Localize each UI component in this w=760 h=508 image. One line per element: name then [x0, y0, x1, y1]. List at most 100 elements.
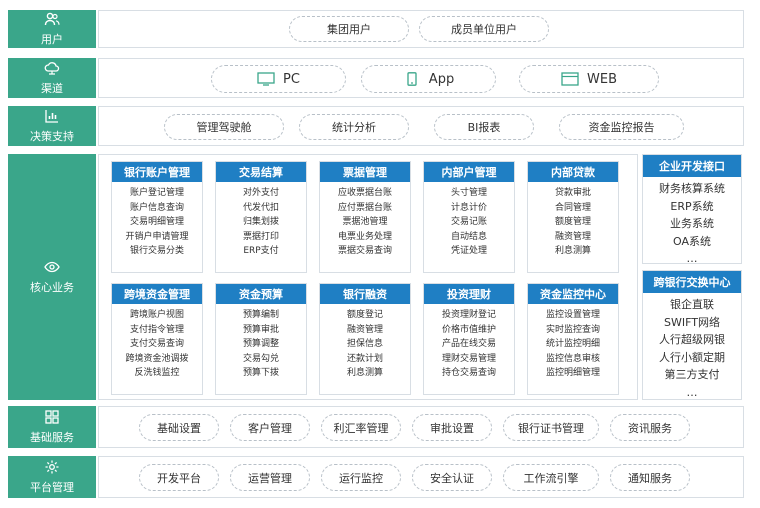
- module-card-header[interactable]: 银行融资: [320, 284, 410, 304]
- module-card-list: 账户登记管理 账户信息查询 交易明细管理 开销户申请管理 银行交易分类: [112, 182, 202, 259]
- base-layer-title: 基础服务: [30, 431, 74, 444]
- pill-label: 工作流引擎: [523, 471, 579, 485]
- module-card-item[interactable]: 账户信息查询: [112, 201, 202, 216]
- module-card-item[interactable]: 额度管理: [528, 215, 618, 230]
- user-pill-member[interactable]: 成员单位用户: [419, 16, 549, 42]
- module-card-item[interactable]: 实时监控查询: [528, 323, 618, 338]
- channel-pill-web[interactable]: WEB: [519, 65, 659, 93]
- module-card-item[interactable]: 还款计划: [320, 352, 410, 367]
- module-card-item[interactable]: 头寸管理: [424, 186, 514, 201]
- module-card-item[interactable]: 预算编制: [216, 308, 306, 323]
- base-layer-pill[interactable]: 利汇率管理: [321, 414, 401, 441]
- base-layer-pill[interactable]: 银行证书管理: [503, 414, 599, 441]
- platform-layer-pill[interactable]: 工作流引擎: [503, 464, 599, 491]
- decision-pill-cockpit[interactable]: 管理驾驶舱: [164, 114, 284, 140]
- module-card-item[interactable]: 对外支付: [216, 186, 306, 201]
- module-card-item[interactable]: 反洗钱监控: [112, 366, 202, 381]
- module-card-header[interactable]: 银行账户管理: [112, 162, 202, 182]
- module-card-header[interactable]: 交易结算: [216, 162, 306, 182]
- module-card-item[interactable]: 预算调整: [216, 337, 306, 352]
- module-card-item[interactable]: 持仓交易查询: [424, 366, 514, 381]
- module-card-item[interactable]: 票据打印: [216, 230, 306, 245]
- module-card-header[interactable]: 内部户管理: [424, 162, 514, 182]
- module-card-item[interactable]: 支付指令管理: [112, 323, 202, 338]
- side-card-item[interactable]: 人行超级网银: [643, 331, 741, 349]
- platform-layer-pill[interactable]: 运营管理: [230, 464, 310, 491]
- module-card-item[interactable]: 担保信息: [320, 337, 410, 352]
- module-card-item[interactable]: 价格市值维护: [424, 323, 514, 338]
- decision-pill-bi[interactable]: BI报表: [434, 114, 534, 140]
- module-card-item[interactable]: 开销户申请管理: [112, 230, 202, 245]
- side-card-item[interactable]: 第三方支付: [643, 366, 741, 384]
- platform-layer-pill[interactable]: 通知服务: [610, 464, 690, 491]
- module-card-item[interactable]: 预算下拨: [216, 366, 306, 381]
- module-card-item[interactable]: 跨境账户视图: [112, 308, 202, 323]
- module-card-item[interactable]: 融资管理: [528, 230, 618, 245]
- module-card-list: 贷款审批 合同管理 额度管理 融资管理 利息测算: [528, 182, 618, 259]
- module-card-item[interactable]: ERP支付: [216, 244, 306, 259]
- side-card-item[interactable]: 财务核算系统: [643, 180, 741, 198]
- module-card-item[interactable]: 预算审批: [216, 323, 306, 338]
- module-card-item[interactable]: 监控信息审核: [528, 352, 618, 367]
- platform-layer-pill[interactable]: 运行监控: [321, 464, 401, 491]
- module-card-item[interactable]: 利息测算: [528, 244, 618, 259]
- channel-pill-pc[interactable]: PC: [211, 65, 346, 93]
- decision-pill-report[interactable]: 资金监控报告: [559, 114, 684, 140]
- base-layer-pill[interactable]: 基础设置: [139, 414, 219, 441]
- side-card-item[interactable]: …: [643, 250, 741, 268]
- base-layer-pill[interactable]: 审批设置: [412, 414, 492, 441]
- module-card-item[interactable]: 电票业务处理: [320, 230, 410, 245]
- module-card-item[interactable]: 自动结息: [424, 230, 514, 245]
- module-card-item[interactable]: 融资管理: [320, 323, 410, 338]
- module-card-item[interactable]: 交易明细管理: [112, 215, 202, 230]
- module-card-item[interactable]: 支付交易查询: [112, 337, 202, 352]
- module-card-item[interactable]: 贷款审批: [528, 186, 618, 201]
- module-card-item[interactable]: 归集划拨: [216, 215, 306, 230]
- side-card-item[interactable]: 银企直联: [643, 296, 741, 314]
- platform-layer-pill[interactable]: 开发平台: [139, 464, 219, 491]
- module-card-header[interactable]: 内部贷款: [528, 162, 618, 182]
- module-card-header[interactable]: 票据管理: [320, 162, 410, 182]
- module-card-header[interactable]: 跨境资金管理: [112, 284, 202, 304]
- base-layer-pill[interactable]: 资讯服务: [610, 414, 690, 441]
- platform-layer-pill[interactable]: 安全认证: [412, 464, 492, 491]
- module-card-item[interactable]: 产品在线交易: [424, 337, 514, 352]
- module-card-item[interactable]: 利息测算: [320, 366, 410, 381]
- channel-pill-app[interactable]: App: [361, 65, 496, 93]
- module-card-item[interactable]: 账户登记管理: [112, 186, 202, 201]
- user-pill-group[interactable]: 集团用户: [289, 16, 409, 42]
- decision-pill-stats[interactable]: 统计分析: [299, 114, 409, 140]
- module-card-item[interactable]: 计息计价: [424, 201, 514, 216]
- module-card-item[interactable]: 应付票据台账: [320, 201, 410, 216]
- module-card-item[interactable]: 交易勾兑: [216, 352, 306, 367]
- module-card-item[interactable]: 统计监控明细: [528, 337, 618, 352]
- module-card-item[interactable]: 银行交易分类: [112, 244, 202, 259]
- module-card-header[interactable]: 资金监控中心: [528, 284, 618, 304]
- module-card-item[interactable]: 跨境资金池调拨: [112, 352, 202, 367]
- module-card-item[interactable]: 交易记账: [424, 215, 514, 230]
- module-card-item[interactable]: 代发代扣: [216, 201, 306, 216]
- module-card-header[interactable]: 资金预算: [216, 284, 306, 304]
- module-card-item[interactable]: 凭证处理: [424, 244, 514, 259]
- platform-layer: 平台管理 开发平台 运营管理 运行监控 安全认证 工作流引擎 通知服务: [8, 456, 744, 498]
- platform-layer-label: 平台管理: [8, 456, 96, 498]
- module-card-item[interactable]: 应收票据台账: [320, 186, 410, 201]
- module-card-item[interactable]: 合同管理: [528, 201, 618, 216]
- base-layer-pill[interactable]: 客户管理: [230, 414, 310, 441]
- module-card-item[interactable]: 监控设置管理: [528, 308, 618, 323]
- side-card-item[interactable]: OA系统: [643, 233, 741, 251]
- module-card-item[interactable]: 投资理财登记: [424, 308, 514, 323]
- side-card-item[interactable]: 人行小额定期: [643, 349, 741, 367]
- side-card-item[interactable]: ERP系统: [643, 198, 741, 216]
- module-card-item[interactable]: 额度登记: [320, 308, 410, 323]
- side-card-item[interactable]: …: [643, 384, 741, 402]
- side-card-item[interactable]: SWIFT网络: [643, 314, 741, 332]
- module-card-item[interactable]: 理财交易管理: [424, 352, 514, 367]
- module-card-item[interactable]: 票据交易查询: [320, 244, 410, 259]
- platform-panel: 开发平台 运营管理 运行监控 安全认证 工作流引擎 通知服务: [98, 456, 744, 498]
- side-card-item[interactable]: 业务系统: [643, 215, 741, 233]
- module-card-item[interactable]: 票据池管理: [320, 215, 410, 230]
- pill-label: 资讯服务: [628, 421, 672, 435]
- module-card-header[interactable]: 投资理财: [424, 284, 514, 304]
- module-card-item[interactable]: 监控明细管理: [528, 366, 618, 381]
